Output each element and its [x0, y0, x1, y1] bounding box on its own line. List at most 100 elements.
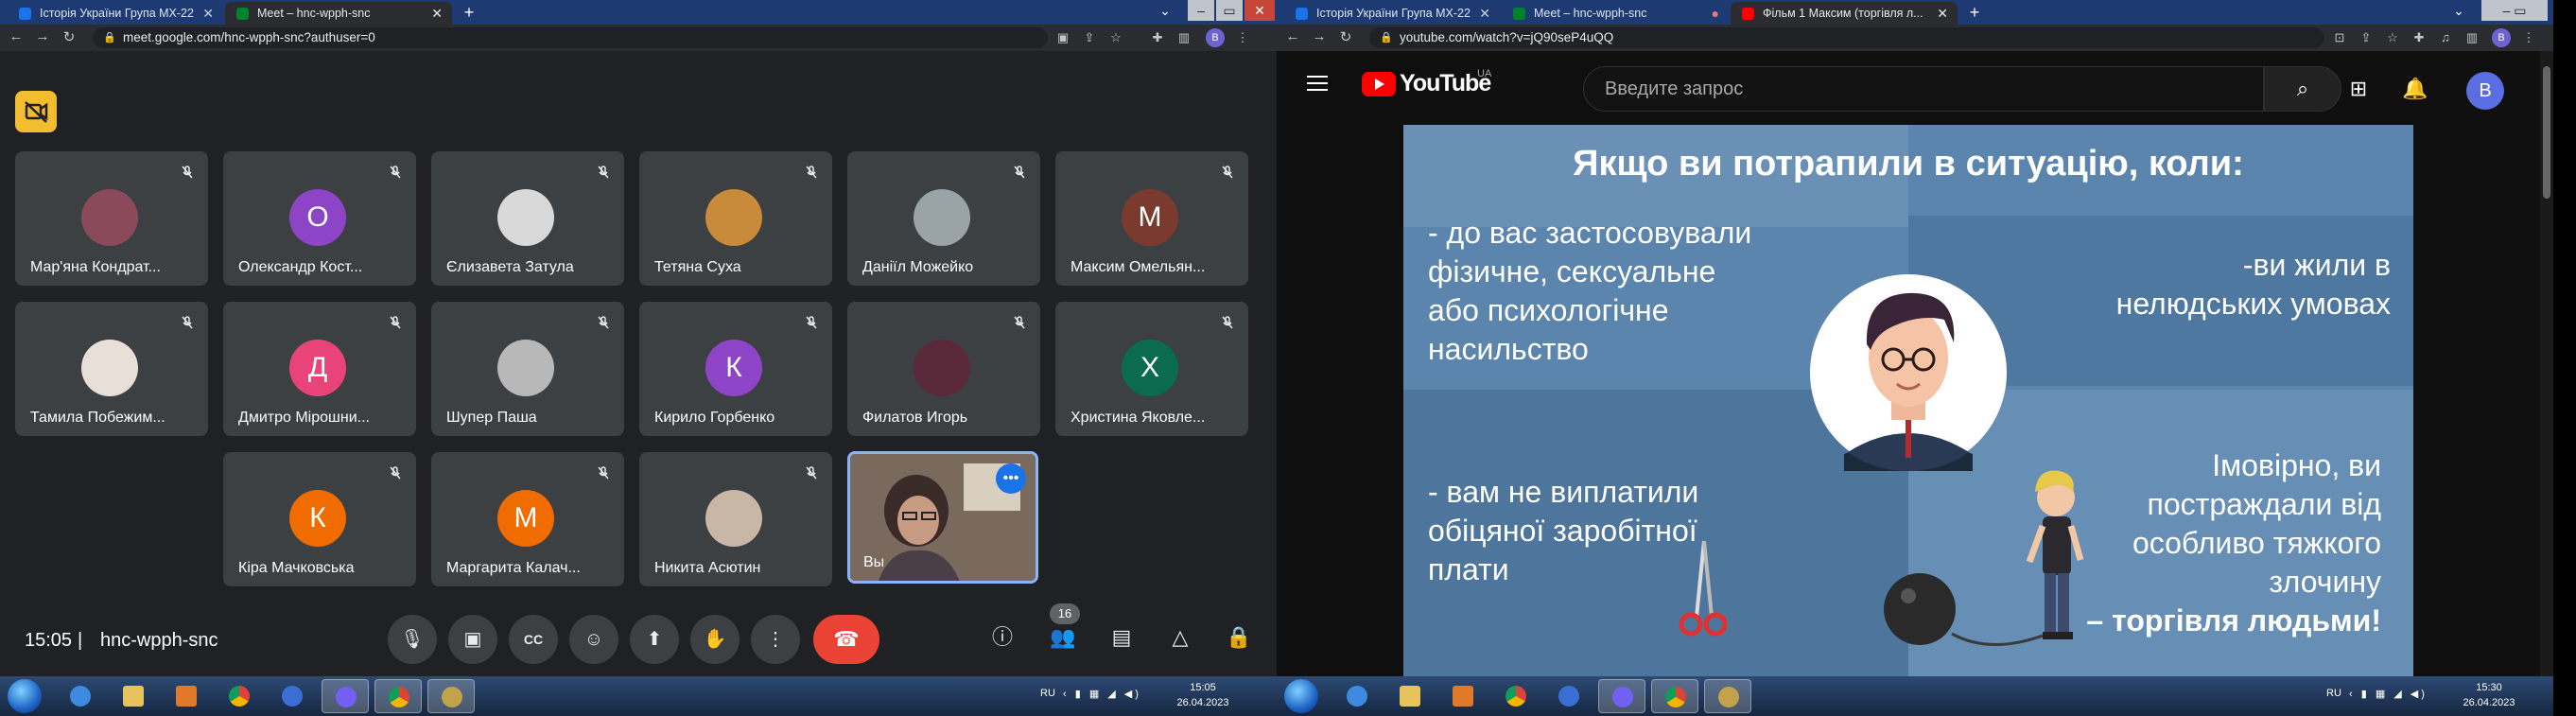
- activities-button[interactable]: △: [1161, 619, 1199, 656]
- new-tab-button[interactable]: +: [459, 3, 479, 22]
- taskbar-chrome[interactable]: [1492, 679, 1540, 713]
- taskbar-ie[interactable]: [1333, 679, 1381, 713]
- tab-meet[interactable]: Meet – hnc-wpph-snc ●: [1502, 2, 1729, 25]
- taskbar-explorer[interactable]: [110, 679, 157, 713]
- profile-avatar[interactable]: B: [1206, 28, 1225, 47]
- participant-tile[interactable]: К Кирило Горбенко: [639, 302, 832, 436]
- scrollbar-thumb[interactable]: [2543, 66, 2550, 199]
- taskbar-media[interactable]: [163, 679, 210, 713]
- participant-tile[interactable]: Тамила Побежим...: [15, 302, 208, 436]
- participant-tile[interactable]: Єлизавета Затула: [431, 151, 624, 286]
- close-tab-icon[interactable]: ✕: [1937, 2, 1948, 25]
- taskbar-viber[interactable]: [322, 679, 369, 713]
- present-button[interactable]: ⬆: [630, 615, 679, 664]
- microphone-button[interactable]: 🎙: [388, 615, 437, 664]
- side-panel-icon[interactable]: ▥: [1175, 29, 1192, 46]
- taskbar-media[interactable]: [1439, 679, 1487, 713]
- participant-tile[interactable]: М Маргарита Калач...: [431, 452, 624, 586]
- participant-tile[interactable]: Филатов Игорь: [847, 302, 1040, 436]
- participant-tile[interactable]: М Максим Омельян...: [1055, 151, 1248, 286]
- camera-icon[interactable]: ▣: [1054, 29, 1071, 46]
- new-tab-button[interactable]: +: [1964, 3, 1985, 22]
- media-control-icon[interactable]: ♫: [2437, 29, 2454, 46]
- participant-tile[interactable]: Д Дмитро Мірошни...: [223, 302, 416, 436]
- participant-tile[interactable]: Даніїл Можейко: [847, 151, 1040, 286]
- maximize-button[interactable]: ▭: [1216, 0, 1243, 21]
- start-button[interactable]: [8, 679, 42, 713]
- search-input[interactable]: Введите запрос: [1583, 66, 2264, 112]
- menu-dots-icon[interactable]: ⋮: [2520, 29, 2537, 46]
- close-tab-icon[interactable]: ✕: [431, 2, 443, 25]
- close-window-button[interactable]: ✕: [1244, 0, 1275, 21]
- participant-tile[interactable]: Тетяна Суха: [639, 151, 832, 286]
- back-icon[interactable]: ←: [6, 28, 26, 44]
- meeting-details-button[interactable]: ⓘ: [983, 619, 1021, 656]
- camera-button[interactable]: ▣: [448, 615, 497, 664]
- raise-hand-button[interactable]: ✋: [690, 615, 740, 664]
- more-options-button[interactable]: ⋮: [751, 615, 800, 664]
- self-video-tile[interactable]: ••• Вы: [847, 451, 1038, 584]
- page-scrollbar[interactable]: [2540, 51, 2553, 676]
- taskbar-opera[interactable]: [269, 679, 316, 713]
- taskbar-chrome-active[interactable]: [374, 679, 422, 713]
- participant-tile[interactable]: К Кіра Мачковська: [223, 452, 416, 586]
- taskbar-ie[interactable]: [57, 679, 104, 713]
- language-indicator[interactable]: RU: [2326, 688, 2341, 699]
- taskbar-explorer[interactable]: [1386, 679, 1434, 713]
- tab-classroom[interactable]: Історія України Група МХ-22 ✕: [8, 2, 223, 25]
- camera-off-indicator[interactable]: [15, 91, 57, 132]
- reload-icon[interactable]: ↻: [1335, 28, 1356, 45]
- install-icon[interactable]: ⊡: [2331, 29, 2348, 46]
- participant-tile[interactable]: Х Христина Яковле...: [1055, 302, 1248, 436]
- menu-dots-icon[interactable]: ⋮: [1234, 29, 1251, 46]
- side-panel-icon[interactable]: ▥: [2463, 29, 2480, 46]
- window-controls[interactable]: – ▭: [2481, 0, 2548, 21]
- people-button[interactable]: 👥: [1044, 619, 1082, 656]
- taskbar-chrome-active[interactable]: [1651, 679, 1698, 713]
- extensions-icon[interactable]: ✚: [2411, 29, 2428, 46]
- share-icon[interactable]: ⇪: [1081, 29, 1098, 46]
- minimize-button[interactable]: –: [1188, 0, 1214, 21]
- back-icon[interactable]: ←: [1282, 28, 1303, 44]
- end-call-button[interactable]: ☎: [813, 615, 879, 664]
- reload-icon[interactable]: ↻: [59, 28, 79, 45]
- participant-tile[interactable]: Шупер Паша: [431, 302, 624, 436]
- address-bar[interactable]: 🔒 meet.google.com/hnc-wpph-snc?authuser=…: [93, 27, 1048, 48]
- extensions-icon[interactable]: ✚: [1149, 29, 1166, 46]
- tab-meet[interactable]: Meet – hnc-wpph-snc ✕: [225, 2, 452, 25]
- tab-classroom[interactable]: Історія України Група МХ-22 ✕: [1284, 2, 1500, 25]
- tray-icons[interactable]: ‹ ▮ ▦ ◢ ◀): [2349, 688, 2428, 700]
- close-tab-icon[interactable]: ✕: [202, 2, 214, 25]
- participant-tile[interactable]: Никита Асютин: [639, 452, 832, 586]
- reactions-button[interactable]: ☺: [569, 615, 618, 664]
- forward-icon[interactable]: →: [1309, 28, 1330, 44]
- captions-button[interactable]: CC: [509, 615, 558, 664]
- search-button[interactable]: ⌕: [2264, 66, 2341, 112]
- youtube-logo-icon[interactable]: [1362, 72, 1396, 96]
- profile-avatar[interactable]: B: [2492, 28, 2511, 47]
- tab-search-icon[interactable]: ⌄: [1146, 0, 1184, 21]
- create-video-icon[interactable]: ⊞: [2345, 76, 2372, 102]
- tab-youtube[interactable]: Фільм 1 Максим (торгівля л... ✕: [1731, 2, 1958, 25]
- forward-icon[interactable]: →: [32, 28, 53, 44]
- notifications-bell-icon[interactable]: 🔔: [2402, 76, 2428, 102]
- taskbar-clock[interactable]: 15:30 26.04.2023: [2459, 680, 2519, 710]
- participant-tile[interactable]: Мар'яна Кондрат...: [15, 151, 208, 286]
- address-bar[interactable]: 🔒 youtube.com/watch?v=jQ90seP4uQQ: [1369, 27, 2324, 48]
- taskbar-app[interactable]: [1704, 679, 1751, 713]
- host-controls-button[interactable]: 🔒: [1220, 619, 1258, 656]
- video-player[interactable]: Якщо ви потрапили в ситуацію, коли: - до…: [1403, 125, 2413, 676]
- taskbar-opera[interactable]: [1545, 679, 1593, 713]
- bookmark-star-icon[interactable]: ☆: [2384, 29, 2401, 46]
- account-avatar[interactable]: B: [2466, 72, 2504, 110]
- hamburger-menu-icon[interactable]: [1307, 76, 1328, 91]
- tray-icons[interactable]: ‹ ▮ ▦ ◢ ◀): [1063, 688, 1141, 700]
- tab-search-icon[interactable]: ⌄: [2440, 0, 2478, 21]
- language-indicator[interactable]: RU: [1040, 688, 1055, 699]
- bookmark-star-icon[interactable]: ☆: [1107, 29, 1124, 46]
- more-options-button[interactable]: •••: [996, 463, 1026, 494]
- taskbar-app[interactable]: [427, 679, 475, 713]
- chat-button[interactable]: ▤: [1103, 619, 1140, 656]
- start-button[interactable]: [1284, 679, 1318, 713]
- close-tab-icon[interactable]: ✕: [1479, 2, 1490, 25]
